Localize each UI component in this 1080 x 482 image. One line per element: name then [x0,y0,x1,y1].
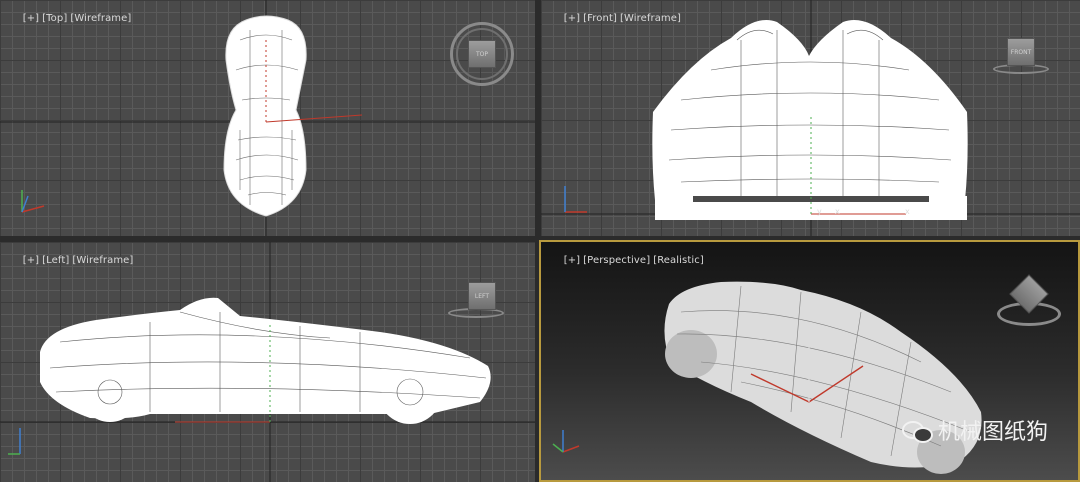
viewport-left[interactable]: [+] [Left] [Wireframe] LEFT [0,242,535,482]
shading-menu[interactable]: [Wireframe] [620,13,681,24]
pivot-x-label: x [835,207,840,216]
viewcube-face[interactable]: FRONT [1007,38,1035,66]
viewport-menu-button[interactable]: [+] [23,255,39,266]
viewcube-top[interactable]: TOP [450,22,514,86]
viewcube-perspective[interactable] [997,274,1061,332]
viewport-label-front: [+] [Front] [Wireframe] [544,2,684,35]
viewport-menu-button[interactable]: [+] [564,13,580,24]
viewport-menu-button[interactable]: [+] [564,255,580,266]
shading-menu[interactable]: [Wireframe] [70,13,131,24]
axis-tripod-front [564,186,587,213]
car-wireframe-left [40,297,491,424]
pivot-y-label: y [817,207,822,216]
viewport-label-perspective: [+] [Perspective] [Realistic] [544,244,707,277]
viewport-perspective[interactable]: [+] [Perspective] [Realistic] 机械图纸狗 [539,240,1080,482]
viewport-label-top: [+] [Top] [Wireframe] [3,2,134,35]
car-wireframe-top [223,15,307,217]
axis-tripod-left [8,428,21,455]
viewport-front[interactable]: y x x [+] [Front] [Wireframe] FRONT [541,0,1080,236]
view-name-menu[interactable]: [Left] [42,255,69,266]
shading-menu[interactable]: [Wireframe] [72,255,133,266]
viewport-menu-button[interactable]: [+] [23,13,39,24]
viewport-label-left: [+] [Left] [Wireframe] [3,244,136,277]
view-name-menu[interactable]: [Front] [583,13,617,24]
viewcube-left[interactable]: LEFT [448,280,504,320]
car-wireframe-front [652,20,968,220]
axis-tripod-perspective [552,430,580,453]
viewcube-front[interactable]: FRONT [993,36,1049,76]
view-name-menu[interactable]: [Perspective] [583,255,650,266]
viewcube-face[interactable]: LEFT [468,282,496,310]
left-view-canvas [0,242,535,482]
axis-tripod-top [21,190,45,213]
pivot-x-end-label: x [905,207,910,216]
watermark: 机械图纸狗 [901,414,1048,446]
viewport-top[interactable]: [+] [Top] [Wireframe] TOP [0,0,535,236]
viewport-layout: [+] [Top] [Wireframe] TOP y x x [+] [Fro… [0,0,1080,482]
wechat-icon [901,419,933,443]
view-name-menu[interactable]: [Top] [42,13,67,24]
shading-menu[interactable]: [Realistic] [653,255,704,266]
watermark-text: 机械图纸狗 [937,420,1048,445]
viewcube-face[interactable]: TOP [468,40,496,68]
